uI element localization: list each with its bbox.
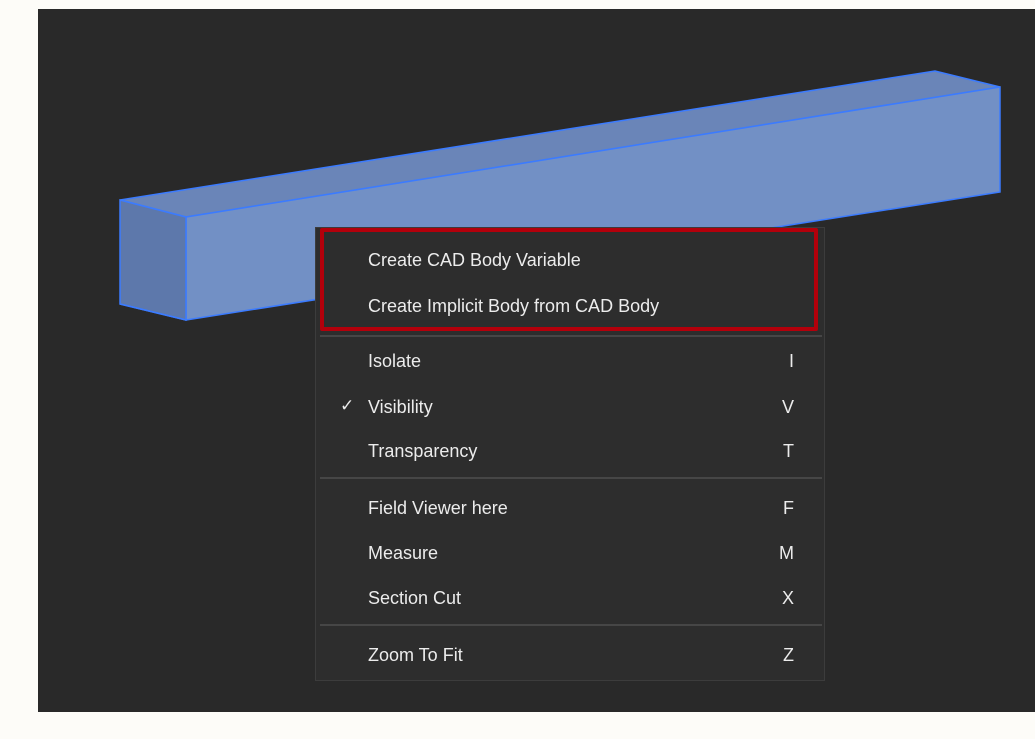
menu-item-visibility[interactable]: ✓ Visibility V xyxy=(316,388,824,428)
menu-item-shortcut: M xyxy=(779,543,794,563)
menu-item-label: Section Cut xyxy=(368,588,462,608)
checkmark-icon: ✓ xyxy=(340,396,355,416)
menu-item-shortcut: X xyxy=(781,588,794,608)
menu-item-label: Isolate xyxy=(368,351,422,371)
context-menu: Create CAD Body Variable Create Implicit… xyxy=(315,227,825,681)
menu-item-shortcut: F xyxy=(783,498,794,518)
menu-separator xyxy=(320,624,822,626)
menu-item-label: Field Viewer here xyxy=(368,498,508,518)
menu-item-label: Transparency xyxy=(368,441,478,461)
menu-item-zoom-to-fit[interactable]: Zoom To Fit Z xyxy=(316,636,824,676)
menu-item-isolate[interactable]: Isolate I xyxy=(316,342,824,382)
menu-item-section-cut[interactable]: Section Cut X xyxy=(316,579,824,619)
highlight-annotation-box xyxy=(320,228,818,331)
menu-item-shortcut: I xyxy=(788,351,794,371)
menu-item-shortcut: T xyxy=(783,441,794,461)
menu-item-shortcut: Z xyxy=(783,645,794,665)
menu-item-label: Visibility xyxy=(368,397,433,417)
menu-item-shortcut: V xyxy=(781,397,794,417)
menu-item-label: Measure xyxy=(368,543,439,563)
menu-item-label: Zoom To Fit xyxy=(368,645,463,665)
menu-separator xyxy=(320,335,822,337)
menu-item-field-viewer-here[interactable]: Field Viewer here F xyxy=(316,489,824,529)
menu-separator xyxy=(320,477,822,479)
menu-item-measure[interactable]: Measure M xyxy=(316,534,824,574)
menu-item-transparency[interactable]: Transparency T xyxy=(316,432,824,472)
beam-end-face[interactable] xyxy=(119,199,187,321)
